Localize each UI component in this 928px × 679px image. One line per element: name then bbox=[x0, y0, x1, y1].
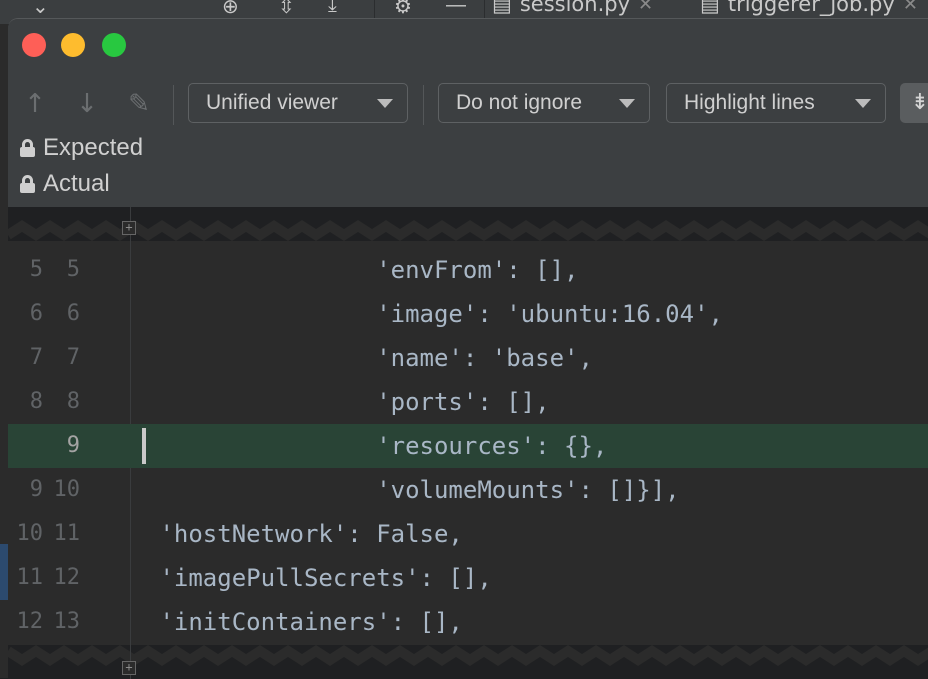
diff-editor[interactable]: + + 55 'envFrom': [], 6 6 'image': 'ubuntu… bbox=[8, 207, 928, 679]
left-line-number: 7 bbox=[29, 345, 43, 370]
left-line-number: 10 bbox=[16, 521, 44, 546]
left-line-number: 9 bbox=[29, 477, 43, 502]
code-line[interactable]: 11 12 'imagePullSecrets': [], bbox=[8, 556, 928, 600]
lock-icon bbox=[20, 139, 35, 157]
title-bar bbox=[8, 19, 928, 73]
close-tab-icon[interactable]: ✕ bbox=[638, 0, 653, 15]
left-line-number: 12 bbox=[16, 609, 44, 634]
code-text: 'name': 'base', bbox=[145, 344, 593, 372]
highlight-mode-dropdown[interactable]: Highlight lines bbox=[666, 83, 886, 123]
ide-tab-triggerer[interactable]: ▤ triggerer_job.py ✕ bbox=[700, 0, 918, 16]
close-window-button[interactable] bbox=[22, 33, 46, 57]
chevron-down-icon bbox=[619, 98, 635, 108]
code-line[interactable]: 55 'envFrom': [], bbox=[8, 248, 928, 292]
right-line-number: 12 bbox=[53, 565, 81, 590]
minimize-window-button[interactable] bbox=[61, 33, 85, 57]
code-line[interactable]: 66 'image': 'ubuntu:16.04', bbox=[8, 292, 928, 336]
expand-fold-icon[interactable]: + bbox=[122, 221, 136, 235]
collapse-unchanged-button[interactable]: ⇟ bbox=[900, 83, 928, 123]
code-text: 'volumeMounts': []}], bbox=[145, 476, 680, 504]
code-text: 'image': 'ubuntu:16.04', bbox=[145, 300, 723, 328]
code-text: 'initContainers': [], bbox=[145, 608, 463, 636]
right-line-number: 8 bbox=[66, 389, 80, 414]
chevron-down-icon[interactable]: ⌄ bbox=[32, 0, 49, 19]
highlight-mode-label: Highlight lines bbox=[684, 91, 815, 114]
tab-label: triggerer_job.py bbox=[727, 0, 895, 16]
python-file-icon: ▤ bbox=[492, 0, 512, 16]
python-file-icon: ▤ bbox=[700, 0, 720, 16]
actual-file-header: Actual bbox=[20, 169, 110, 199]
code-line[interactable]: 10 11 'hostNetwork': False, bbox=[8, 512, 928, 556]
file-headers: Expected Actual bbox=[8, 131, 928, 207]
minus-icon[interactable]: — bbox=[446, 0, 466, 17]
code-text: 'ports': [], bbox=[145, 388, 550, 416]
edit-icon[interactable]: ✎ bbox=[124, 89, 154, 119]
left-line-number: 8 bbox=[29, 389, 43, 414]
expand-icon[interactable]: ⇳ bbox=[278, 0, 295, 19]
ignore-mode-dropdown[interactable]: Do not ignore bbox=[438, 83, 650, 123]
right-line-number: 11 bbox=[53, 521, 81, 546]
ide-tab-session[interactable]: ▤ session.py ✕ bbox=[492, 0, 653, 16]
code-line[interactable]: 77 'name': 'base', bbox=[8, 336, 928, 380]
right-line-number: 10 bbox=[53, 477, 81, 502]
collapsed-top-separator bbox=[8, 207, 928, 241]
ignore-mode-label: Do not ignore bbox=[456, 91, 583, 114]
expected-label: Expected bbox=[43, 134, 144, 161]
code-text: 'imagePullSecrets': [], bbox=[145, 564, 492, 592]
actual-label: Actual bbox=[43, 170, 110, 197]
code-text: 'hostNetwork': False, bbox=[145, 520, 463, 548]
right-line-number: 7 bbox=[66, 345, 80, 370]
collapsed-bottom-separator bbox=[8, 645, 928, 679]
left-line-number: 5 bbox=[29, 257, 43, 282]
gear-icon[interactable]: ⚙ bbox=[394, 0, 412, 19]
tab-label: session.py bbox=[519, 0, 631, 16]
ide-left-edge bbox=[0, 24, 8, 678]
code-text: 'envFrom': [], bbox=[145, 256, 579, 284]
diff-window: ↑ ↓ ✎ Unified viewer Do not ignore Highl… bbox=[8, 18, 928, 679]
close-tab-icon[interactable]: ✕ bbox=[903, 0, 918, 15]
code-line[interactable]: 12 13 'initContainers': [], bbox=[8, 600, 928, 644]
next-difference-icon[interactable]: ↓ bbox=[72, 89, 102, 119]
right-line-number: 6 bbox=[66, 301, 80, 326]
left-line-number: 11 bbox=[16, 565, 44, 590]
right-line-number: 5 bbox=[66, 257, 80, 282]
lock-icon bbox=[20, 175, 35, 193]
maximize-window-button[interactable] bbox=[102, 33, 126, 57]
code-line[interactable]: 88 'ports': [], bbox=[8, 380, 928, 424]
code-line[interactable]: 9 10 'volumeMounts': []}], bbox=[8, 468, 928, 512]
target-icon[interactable]: ⊕ bbox=[222, 0, 239, 19]
left-line-number: 6 bbox=[29, 301, 43, 326]
code-text: 'resources': {}, bbox=[145, 432, 608, 460]
chevron-down-icon bbox=[855, 98, 871, 108]
expected-file-header: Expected bbox=[20, 133, 143, 163]
right-line-number: 13 bbox=[53, 609, 81, 634]
added-line[interactable]: 9 'resources': {}, bbox=[8, 424, 928, 468]
expand-fold-icon[interactable]: + bbox=[122, 661, 136, 675]
collapse-icon[interactable]: ⤓ bbox=[328, 0, 337, 17]
right-line-number: 9 bbox=[66, 433, 80, 458]
chevron-down-icon bbox=[377, 98, 393, 108]
viewer-mode-label: Unified viewer bbox=[206, 91, 338, 114]
viewer-mode-dropdown[interactable]: Unified viewer bbox=[188, 83, 408, 123]
previous-difference-icon[interactable]: ↑ bbox=[20, 89, 50, 119]
